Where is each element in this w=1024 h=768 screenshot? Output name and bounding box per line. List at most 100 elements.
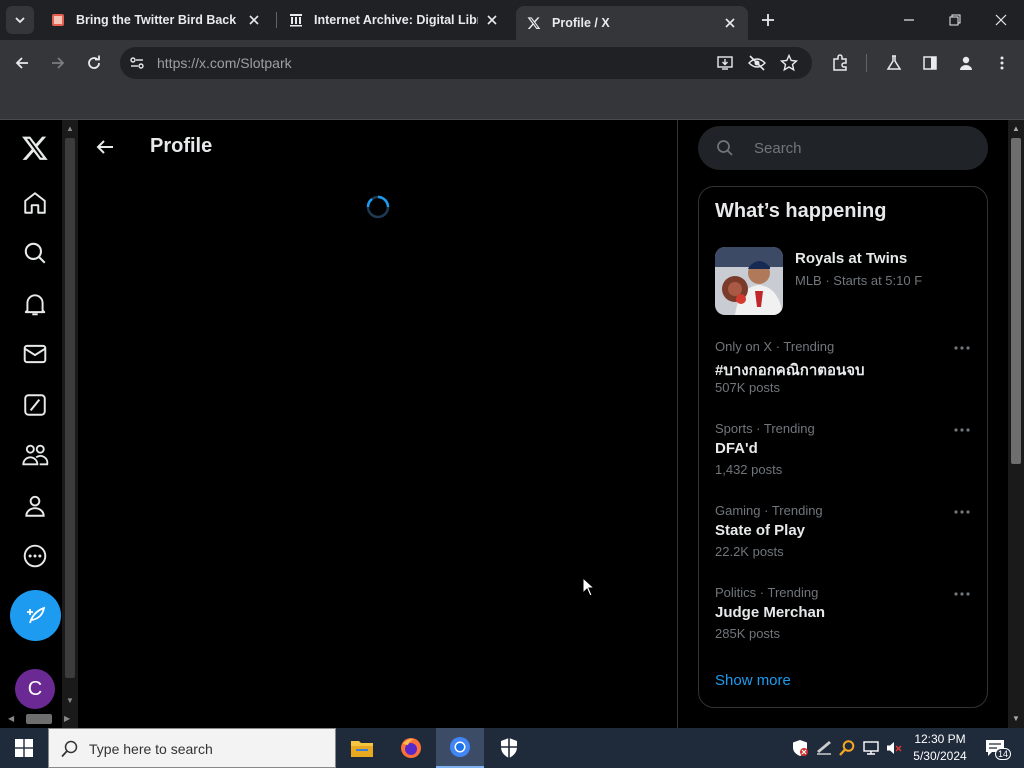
tray-volume-muted-icon[interactable] xyxy=(884,738,904,758)
arrow-right-icon xyxy=(52,57,65,69)
chrome-icon xyxy=(450,737,470,757)
site-info-icon[interactable] xyxy=(128,54,146,77)
trend-count: 285K posts xyxy=(715,626,781,641)
tab-separator xyxy=(276,12,277,28)
x-logo-icon xyxy=(22,136,48,160)
trend-item[interactable]: Politics · Trending Judge Merchan 285K p… xyxy=(715,585,973,649)
windows-logo-icon xyxy=(15,739,33,757)
new-tab-button[interactable] xyxy=(756,8,780,32)
page-scrollbar[interactable]: ▲ ▼ xyxy=(1008,120,1024,728)
horizontal-scrollbar[interactable]: ◀ ▶ xyxy=(8,712,78,726)
feather-plus-icon xyxy=(26,606,45,623)
more-horizontal-icon[interactable] xyxy=(951,585,973,603)
post-button[interactable] xyxy=(10,590,61,641)
taskbar-search[interactable]: Type here to search xyxy=(48,728,336,768)
trend-topic: DFA'd xyxy=(715,440,758,457)
system-clock[interactable]: 12:30 PM 5/30/2024 xyxy=(906,731,974,765)
extensions-button[interactable] xyxy=(826,49,854,77)
nav-profile[interactable] xyxy=(18,489,52,523)
notification-center-button[interactable]: 14 xyxy=(980,734,1012,762)
event-meta: MLB · Starts at 5:10 F xyxy=(795,273,923,288)
close-icon xyxy=(995,14,1007,26)
firefox-icon xyxy=(401,738,421,758)
nav-messages[interactable] xyxy=(18,337,52,371)
search-icon xyxy=(61,740,78,758)
url-text: https://x.com/Slotpark xyxy=(157,55,292,71)
scrollbar-thumb[interactable] xyxy=(1011,138,1021,464)
more-horizontal-icon[interactable] xyxy=(951,421,973,439)
left-navigation: C xyxy=(0,120,62,728)
close-window-button[interactable] xyxy=(978,0,1024,40)
nav-home[interactable] xyxy=(18,186,52,220)
show-more-link[interactable]: Show more xyxy=(715,672,791,689)
scrollbar-thumb[interactable] xyxy=(26,714,52,724)
more-horizontal-icon[interactable] xyxy=(951,503,973,521)
avatar[interactable]: C xyxy=(15,669,55,709)
reload-button[interactable] xyxy=(80,49,108,77)
restore-icon xyxy=(949,14,961,26)
trend-context: Only on X · Trending xyxy=(715,339,835,354)
tab-bring-twitter-bird-back[interactable]: Bring the Twitter Bird Back xyxy=(40,0,272,40)
search-input[interactable] xyxy=(754,136,974,160)
close-icon[interactable] xyxy=(484,12,500,28)
search-box[interactable] xyxy=(698,126,988,170)
back-arrow-button[interactable] xyxy=(92,134,118,160)
grok-icon xyxy=(24,394,46,416)
x-favicon-icon xyxy=(526,15,542,31)
tab-profile-x[interactable]: Profile / X xyxy=(516,6,748,40)
forward-button[interactable] xyxy=(44,49,72,77)
x-logo-link[interactable] xyxy=(18,131,52,165)
minimize-button[interactable] xyxy=(886,0,932,40)
nav-communities[interactable] xyxy=(18,438,52,472)
labs-button[interactable] xyxy=(880,49,908,77)
nav-grok[interactable] xyxy=(18,388,52,422)
tray-search-icon[interactable] xyxy=(837,738,857,758)
trends-panel: What’s happening Royals at Twins MLB · S… xyxy=(698,186,988,708)
minimize-icon xyxy=(904,19,914,21)
trend-item[interactable]: Sports · Trending DFA'd 1,432 posts xyxy=(715,421,973,485)
nav-notifications[interactable] xyxy=(18,287,52,321)
scroll-up-arrow-icon[interactable]: ▲ xyxy=(1011,124,1021,133)
restore-button[interactable] xyxy=(932,0,978,40)
tray-network-icon[interactable] xyxy=(814,738,834,758)
tray-security-warning-icon[interactable] xyxy=(790,738,810,758)
close-icon[interactable] xyxy=(246,12,262,28)
page-title: Profile xyxy=(150,135,213,157)
back-button[interactable] xyxy=(8,49,36,77)
more-horizontal-icon[interactable] xyxy=(951,339,973,357)
chevron-down-icon xyxy=(15,17,25,24)
nav-explore[interactable] xyxy=(18,236,52,270)
firefox-button[interactable] xyxy=(387,728,435,768)
bookmark-star-icon[interactable] xyxy=(779,53,799,77)
trend-item[interactable]: Gaming · Trending State of Play 22.2K po… xyxy=(715,503,973,567)
tab-search-button[interactable] xyxy=(6,6,34,34)
file-explorer-button[interactable] xyxy=(338,728,386,768)
event-item[interactable]: Royals at Twins MLB · Starts at 5:10 F xyxy=(715,247,985,317)
trend-item[interactable]: Only on X · Trending #บางกอกคณิกาตอนจบ 5… xyxy=(715,339,973,403)
menu-button[interactable] xyxy=(988,49,1016,77)
loading-spinner-icon xyxy=(366,195,390,219)
chrome-button[interactable] xyxy=(436,728,484,768)
scroll-left-arrow-icon[interactable]: ◀ xyxy=(8,714,14,723)
communities-icon xyxy=(22,444,49,466)
close-icon[interactable] xyxy=(722,15,738,31)
scrollbar-thumb[interactable] xyxy=(65,138,75,678)
profile-button[interactable] xyxy=(952,49,980,77)
side-panel-button[interactable] xyxy=(916,49,944,77)
puzzle-icon xyxy=(833,54,847,71)
tab-internet-archive[interactable]: Internet Archive: Digital Librar xyxy=(278,0,510,40)
left-scrollbar[interactable]: ▲ ▼ xyxy=(62,120,78,728)
start-button[interactable] xyxy=(0,728,48,768)
trend-count: 1,432 posts xyxy=(715,462,783,477)
scroll-right-arrow-icon[interactable]: ▶ xyxy=(64,714,70,723)
url-host: https://x.com xyxy=(157,55,237,71)
tray-ethernet-icon[interactable] xyxy=(861,738,881,758)
scroll-down-arrow-icon[interactable]: ▼ xyxy=(65,696,75,706)
eye-off-icon[interactable] xyxy=(748,54,766,77)
scroll-down-arrow-icon[interactable]: ▼ xyxy=(1011,714,1021,723)
install-app-icon[interactable] xyxy=(716,54,734,77)
kebab-menu-icon xyxy=(1000,56,1004,70)
security-app-button[interactable] xyxy=(485,728,533,768)
scroll-up-arrow-icon[interactable]: ▲ xyxy=(65,124,75,134)
nav-more[interactable] xyxy=(18,539,52,573)
